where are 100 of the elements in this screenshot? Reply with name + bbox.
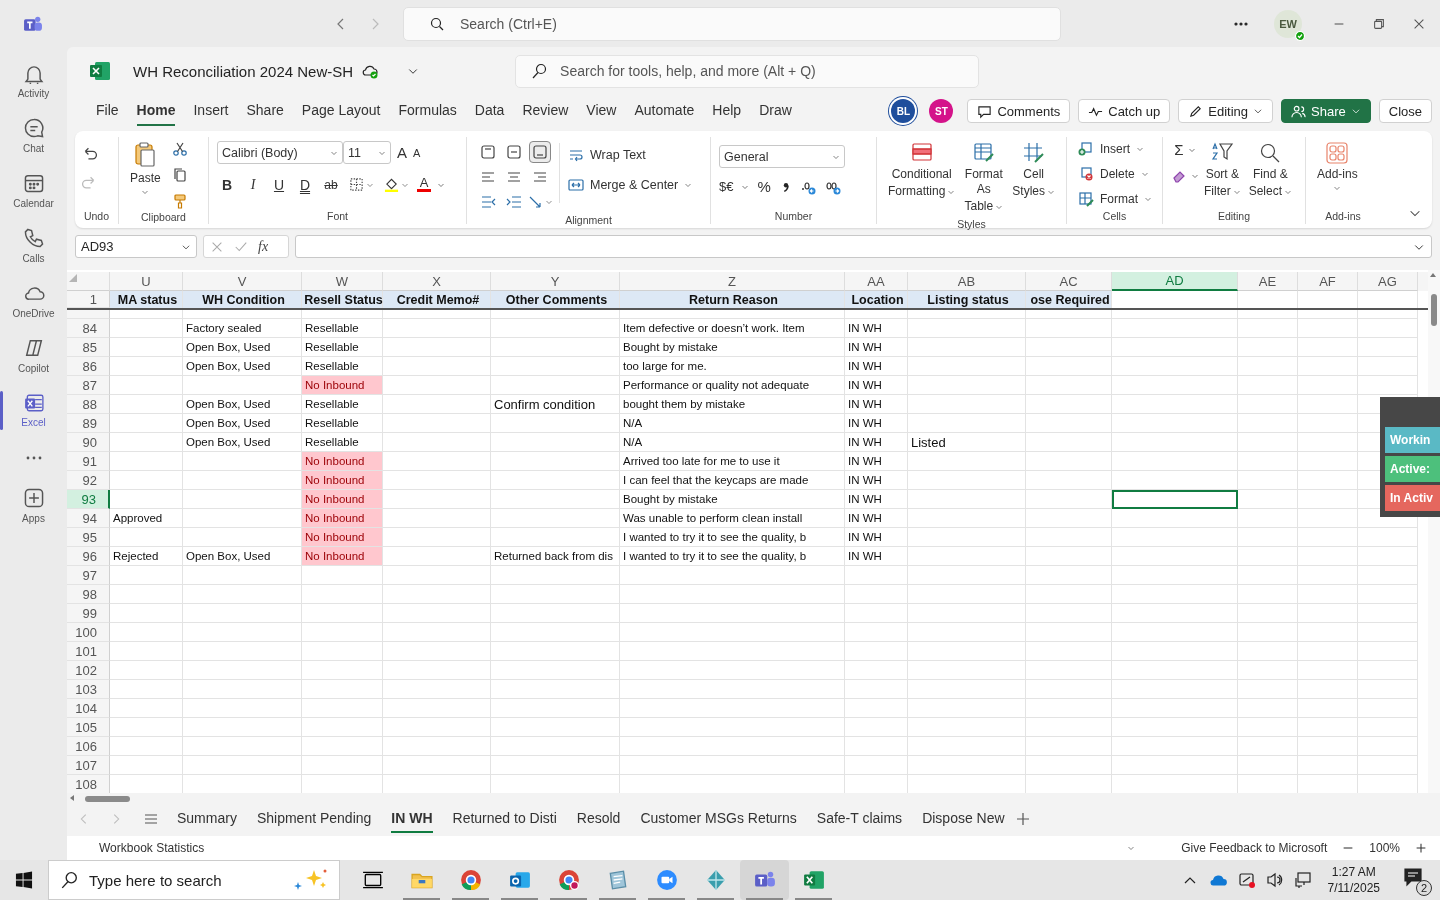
rail-item[interactable]: Apps	[1, 478, 66, 533]
row-header[interactable]: 103	[67, 680, 110, 699]
percent-button[interactable]: %	[757, 178, 771, 195]
row-header[interactable]: 85	[67, 338, 110, 357]
add-sheet-icon[interactable]	[1014, 811, 1031, 827]
menu-tab[interactable]: Share	[246, 96, 284, 126]
column-header[interactable]: AF	[1298, 272, 1358, 291]
format-toggle[interactable]: ab	[321, 177, 341, 192]
format-toggle[interactable]: B	[217, 176, 237, 193]
scrollbar-thumb[interactable]	[85, 796, 130, 802]
font-family-dropdown[interactable]: Calibri (Body)	[217, 141, 343, 164]
sheet-tab[interactable]: Returned to Disti	[452, 805, 557, 833]
menu-tab[interactable]: Draw	[759, 96, 792, 126]
row-header[interactable]: 94	[67, 509, 110, 528]
grow-font-button[interactable]: A	[397, 144, 407, 161]
number-format-dropdown[interactable]: General	[719, 145, 845, 168]
feedback-link[interactable]: Give Feedback to Microsoft	[1181, 841, 1328, 855]
menu-tab[interactable]: Help	[712, 96, 742, 126]
add-ins-button[interactable]: Add-ins	[1314, 137, 1361, 196]
editing-button[interactable]: Find & Select	[1245, 137, 1296, 203]
row-header[interactable]: 84	[67, 319, 110, 338]
format-toggle[interactable]: D	[295, 176, 315, 193]
close-button[interactable]: Close	[1378, 99, 1432, 123]
menu-tab[interactable]: Review	[522, 96, 569, 126]
row-header[interactable]: 101	[67, 642, 110, 661]
user-avatar[interactable]: EW	[1274, 9, 1302, 38]
format-toggle[interactable]: I	[243, 176, 263, 193]
row-header[interactable]: 105	[67, 718, 110, 737]
search-field[interactable]: Search (Ctrl+E)	[403, 6, 1061, 41]
row-header[interactable]: 92	[67, 471, 110, 490]
column-header[interactable]: AD	[1112, 272, 1238, 291]
rail-item[interactable]: Calls	[1, 218, 66, 273]
bottom-align-button[interactable]	[529, 140, 551, 163]
more-icon[interactable]	[25, 456, 42, 460]
row-header[interactable]: 93	[67, 490, 110, 509]
style-button[interactable]: Cell Styles	[1009, 137, 1058, 203]
shrink-font-button[interactable]: A	[413, 146, 421, 159]
sheet-tab[interactable]: Dispose New	[922, 805, 1005, 833]
rail-item[interactable]: OneDrive	[1, 273, 66, 328]
sheet-tab[interactable]: Summary	[177, 805, 237, 833]
cells-button[interactable]: Delete	[1075, 162, 1154, 185]
row-header[interactable]: 91	[67, 452, 110, 471]
font-color-button[interactable]: A	[417, 177, 431, 192]
sheet-tab[interactable]: Resold	[576, 805, 621, 833]
zoom-in-icon[interactable]	[1414, 841, 1428, 855]
rail-item[interactable]: Calendar	[1, 163, 66, 218]
catch-up-button[interactable]: Catch up	[1078, 99, 1171, 123]
insert-function-button[interactable]: fx	[258, 238, 269, 255]
row-header[interactable]: 107	[67, 756, 110, 775]
row-header[interactable]: 97	[67, 566, 110, 585]
row-header[interactable]: 87	[67, 376, 110, 395]
meeting-icon[interactable]	[1237, 871, 1256, 889]
taskbar-search-field[interactable]: Type here to search	[48, 860, 340, 900]
row-header[interactable]: 104	[67, 699, 110, 718]
rail-item[interactable]: Activity	[1, 53, 66, 108]
menu-tab[interactable]: File	[96, 96, 119, 126]
sheet-tab[interactable]: IN WH	[391, 805, 433, 833]
workbook-statistics[interactable]: Workbook Statistics	[99, 841, 205, 855]
clock-date[interactable]: 7/11/2025	[1327, 880, 1380, 896]
sheet-tab[interactable]: Safe-T claims	[816, 805, 903, 833]
merge-center-button[interactable]: Merge & Center	[566, 173, 695, 197]
row-header[interactable]: 99	[67, 604, 110, 623]
rail-item[interactable]: Copilot	[1, 328, 66, 383]
style-button[interactable]: Format As Table	[958, 137, 1010, 218]
editing-button[interactable]: Sort & Filter	[1201, 137, 1244, 203]
menu-tab[interactable]: Formulas	[398, 96, 457, 126]
row-header[interactable]: 86	[67, 357, 110, 376]
collaborator-avatar[interactable]: BL	[891, 99, 916, 123]
menu-tab[interactable]: Page Layout	[301, 96, 381, 126]
comments-button[interactable]: Comments	[967, 99, 1071, 123]
cells-button[interactable]: Format	[1075, 187, 1154, 210]
menu-icon[interactable]	[143, 811, 159, 827]
row-header[interactable]: 90	[67, 433, 110, 452]
font-size-dropdown[interactable]: 11	[343, 141, 391, 164]
paste-button[interactable]: Paste	[127, 137, 164, 200]
menu-tab[interactable]: View	[586, 96, 617, 126]
share-button[interactable]: Share	[1281, 99, 1371, 123]
cells-button[interactable]: Insert	[1075, 137, 1154, 160]
wrap-text-button[interactable]: Wrap Text	[566, 143, 648, 167]
workbook-title[interactable]: WH Reconciliation 2024 New-SH	[133, 62, 354, 80]
network-icon[interactable]	[1293, 871, 1312, 889]
formula-field[interactable]	[295, 235, 1432, 258]
style-button[interactable]: Conditional Formatting	[885, 137, 959, 203]
column-header[interactable]: AE	[1238, 272, 1298, 291]
currency-button[interactable]: $€	[719, 179, 734, 194]
row-header[interactable]: 108	[67, 775, 110, 793]
row-header[interactable]: 102	[67, 661, 110, 680]
row-header[interactable]: 95	[67, 528, 110, 547]
rail-item[interactable]: Chat	[1, 108, 66, 163]
restore-icon[interactable]	[1372, 16, 1386, 31]
zoom-level[interactable]: 100%	[1369, 841, 1400, 855]
row-header[interactable]: 100	[67, 623, 110, 642]
menu-tab[interactable]: Data	[474, 96, 505, 126]
sheet-tab[interactable]: Shipment Pending	[256, 805, 372, 833]
autosum-button[interactable]: Σ	[1174, 141, 1184, 158]
editing-button[interactable]: Editing	[1178, 99, 1274, 123]
search-field[interactable]: Search for tools, help, and more (Alt + Q)	[515, 54, 980, 88]
clock-time[interactable]: 1:27 AM	[1331, 864, 1376, 880]
row-header[interactable]: 98	[67, 585, 110, 604]
column-header[interactable]: AG	[1358, 272, 1418, 291]
